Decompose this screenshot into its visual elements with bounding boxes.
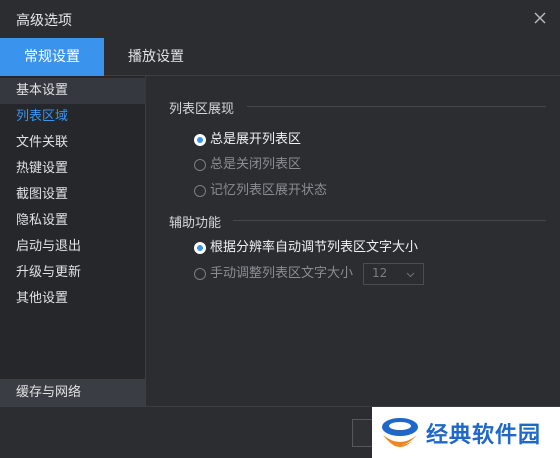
sidebar-item-privacy[interactable]: 隐私设置 (0, 208, 146, 234)
sidebar-item-list-area[interactable]: 列表区域 (0, 104, 146, 130)
section-divider (247, 106, 546, 107)
radio-button[interactable] (194, 134, 206, 146)
radio-label: 手动调整列表区文字大小 (210, 266, 354, 281)
watermark: 经典软件园 (372, 407, 560, 458)
sidebar-item-startup-exit[interactable]: 启动与退出 (0, 234, 146, 260)
section-divider (233, 220, 546, 221)
tab-general[interactable]: 常规设置 (0, 38, 104, 76)
sidebar-item-hotkeys[interactable]: 热键设置 (0, 156, 146, 182)
font-size-value: 12 (372, 266, 388, 280)
sidebar-item-other[interactable]: 其他设置 (0, 286, 146, 312)
sidebar: 基本设置 列表区域 文件关联 热键设置 截图设置 隐私设置 启动与退出 升级与更… (0, 76, 146, 406)
radio-button[interactable] (194, 268, 206, 280)
radio-label: 根据分辨率自动调节列表区文字大小 (210, 240, 419, 255)
close-icon[interactable] (530, 8, 550, 28)
title-bar: 高级选项 (0, 0, 560, 38)
font-size-select[interactable]: 12 (363, 263, 424, 285)
sidebar-item-basic[interactable]: 基本设置 (0, 78, 146, 104)
sidebar-item-cache-network[interactable]: 缓存与网络 (0, 379, 146, 406)
radio-button[interactable] (194, 159, 206, 171)
window-title: 高级选项 (16, 13, 72, 29)
sidebar-item-upgrade[interactable]: 升级与更新 (0, 260, 146, 286)
radio-button[interactable] (194, 242, 206, 254)
radio-label: 记忆列表区展开状态 (210, 183, 328, 198)
watermark-text: 经典软件园 (426, 423, 542, 448)
radio-button[interactable] (194, 185, 206, 197)
sidebar-item-screenshot[interactable]: 截图设置 (0, 182, 146, 208)
sidebar-item-file-association[interactable]: 文件关联 (0, 130, 146, 156)
radio-label: 总是关闭列表区 (210, 157, 302, 172)
settings-panel: 列表区展现 总是展开列表区 总是关闭列表区 记忆列表区展开状态 辅助功能 根据分… (147, 76, 560, 406)
tab-bar: 常规设置 播放设置 (0, 38, 560, 76)
tab-playback[interactable]: 播放设置 (104, 38, 208, 76)
section-title-accessibility: 辅助功能 (169, 216, 222, 231)
chevron-down-icon (406, 272, 415, 278)
radio-label: 总是展开列表区 (210, 132, 302, 147)
watermark-logo-icon (382, 418, 418, 447)
section-title-list-display: 列表区展现 (169, 102, 235, 117)
